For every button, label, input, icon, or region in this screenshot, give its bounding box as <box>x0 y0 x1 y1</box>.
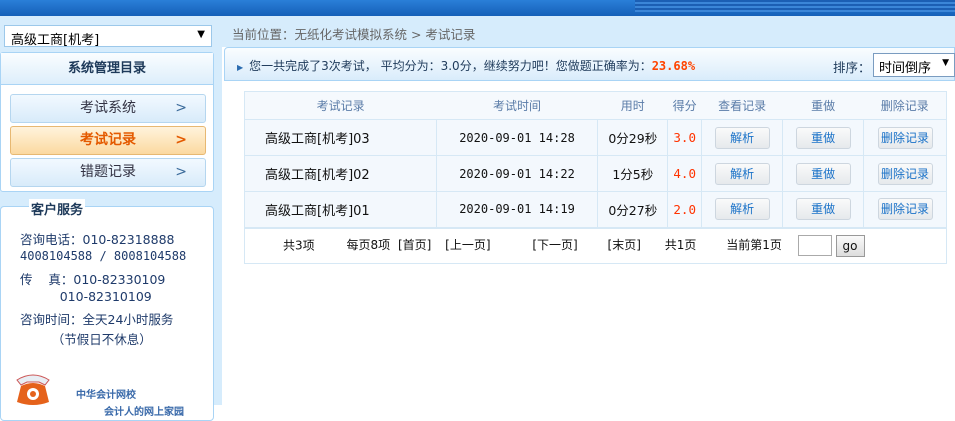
redo-cell: 重做 <box>782 155 865 192</box>
menu-item-wrong-records[interactable]: 错题记录 > <box>10 158 206 187</box>
sort-select[interactable]: 时间倒序 ▼ <box>873 53 955 77</box>
col-header: 考试时间 <box>436 91 598 120</box>
exam-time: 2020-09-01 14:19 <box>435 191 599 228</box>
redo-cell: 重做 <box>782 191 865 228</box>
delete-cell: 删除记录 <box>863 155 947 192</box>
summary-bar: ▶ 您一共完成了3次考试， 平均分为：3.0分，继续努力吧！您做题正确率为：23.… <box>224 47 955 81</box>
sidebar: 高级工商[机考] ▼ 系统管理目录 考试系统 > 考试记录 > 错题记录 > 客户服务 … <box>0 16 222 421</box>
customer-service-title: 客户服务 <box>29 199 86 218</box>
service-hours: 咨询时间：全天24小时服务 <box>20 312 174 327</box>
exam-duration: 0分29秒 <box>597 119 669 156</box>
next-page-link[interactable]: [下一页] <box>532 238 577 252</box>
chevron-right-icon: > <box>175 132 187 148</box>
exam-time: 2020-09-01 14:28 <box>435 119 599 156</box>
last-page-link[interactable]: [末页] <box>608 238 641 252</box>
service-phone: 咨询电话：010-82318888 <box>20 232 175 247</box>
analysis-button[interactable]: 解析 <box>714 126 770 149</box>
redo-button[interactable]: 重做 <box>795 198 851 221</box>
col-header: 查看记录 <box>701 91 783 120</box>
service-hotline: 4008104588 / 8008104588 <box>20 249 187 263</box>
table-row: 高级工商[机考]02 2020-09-01 14:22 1分5秒 4.0 解析 … <box>244 155 947 192</box>
main-content: 当前位置：无纸化考试模拟系统 > 考试记录 ▶ 您一共完成了3次考试， 平均分为：… <box>222 16 955 405</box>
pagination-row: 共3项 每页8项 [首页] [上一页] [下一页] [末页] 共1页 当前第1页… <box>244 226 947 264</box>
customer-service-box: 客户服务 咨询电话：010-82318888 4008104588 / 8008… <box>0 199 214 421</box>
table-row: 高级工商[机考]01 2020-09-01 14:19 0分27秒 2.0 解析… <box>244 191 947 228</box>
redo-button[interactable]: 重做 <box>795 126 851 149</box>
delete-record-button[interactable]: 删除记录 <box>877 126 933 149</box>
chevron-down-icon: ▼ <box>197 29 205 40</box>
chevron-down-icon: ▼ <box>942 58 949 68</box>
redo-cell: 重做 <box>782 119 865 156</box>
analysis-button[interactable]: 解析 <box>714 198 770 221</box>
menu-item-label: 考试记录 <box>80 132 136 148</box>
chevron-right-icon: > <box>175 100 187 116</box>
total-items: 共3项 <box>283 238 315 253</box>
delete-record-button[interactable]: 删除记录 <box>877 198 933 221</box>
table-header: 考试记录 考试时间 用时 得分 查看记录 重做 删除记录 <box>244 91 947 120</box>
exam-score: 4.0 <box>667 155 703 192</box>
col-header: 用时 <box>597 91 668 120</box>
sort-label: 排序： <box>833 60 871 75</box>
menu-item-label: 错题记录 <box>80 164 136 180</box>
sort-select-value: 时间倒序 <box>879 61 932 76</box>
delete-cell: 删除记录 <box>863 191 947 228</box>
logo-text-1: 中华会计网校 <box>76 390 136 401</box>
table-row: 高级工商[机考]03 2020-09-01 14:28 0分29秒 3.0 解析… <box>244 119 947 156</box>
pagination: 共3项 每页8项 [首页] [上一页] [下一页] [末页] 共1页 当前第1页… <box>244 226 947 264</box>
exam-time: 2020-09-01 14:22 <box>435 155 599 192</box>
triangle-right-icon: ▶ <box>237 63 244 72</box>
page-number-input[interactable] <box>797 235 832 257</box>
exam-records-table: 考试记录 考试时间 用时 得分 查看记录 重做 删除记录 高级工商[机考]03 … <box>244 91 947 264</box>
menu-item-exam-records[interactable]: 考试记录 > <box>10 126 206 155</box>
menu-item-label: 考试系统 <box>80 100 136 116</box>
current-page: 当前第1页 <box>726 238 782 253</box>
analysis-button[interactable]: 解析 <box>714 162 770 185</box>
breadcrumb: 当前位置：无纸化考试模拟系统 > 考试记录 <box>222 16 955 47</box>
exam-duration: 0分27秒 <box>597 191 669 228</box>
menu-panel: 系统管理目录 考试系统 > 考试记录 > 错题记录 > <box>0 52 214 192</box>
logo-text-2: 会计人的网上家园 <box>104 407 184 418</box>
accuracy-rate: 23.68% <box>651 59 696 73</box>
chevron-right-icon: > <box>175 164 187 180</box>
exam-name: 高级工商[机考]03 <box>244 119 437 156</box>
telephone-icon <box>16 374 50 405</box>
course-select[interactable]: 高级工商[机考] ▼ <box>4 25 212 48</box>
col-header: 考试记录 <box>244 91 437 120</box>
service-holiday: （节假日不休息） <box>20 332 152 347</box>
exam-name: 高级工商[机考]02 <box>244 155 437 192</box>
col-header: 删除记录 <box>863 91 947 120</box>
col-header: 得分 <box>667 91 702 120</box>
menu-item-exam-system[interactable]: 考试系统 > <box>10 94 206 123</box>
exam-score: 2.0 <box>667 191 703 228</box>
exam-score: 3.0 <box>667 119 703 156</box>
total-pages: 共1页 <box>664 238 697 253</box>
per-page: 每页8项 <box>346 238 391 253</box>
top-banner <box>0 0 955 16</box>
view-cell: 解析 <box>701 119 784 156</box>
panel-title: 系统管理目录 <box>1 53 213 85</box>
first-page-link[interactable]: [首页] <box>398 238 431 252</box>
col-header: 重做 <box>782 91 864 120</box>
view-cell: 解析 <box>701 191 784 228</box>
view-cell: 解析 <box>701 155 784 192</box>
redo-button[interactable]: 重做 <box>795 162 851 185</box>
exam-duration: 1分5秒 <box>597 155 669 192</box>
go-button[interactable]: go <box>835 234 865 257</box>
delete-record-button[interactable]: 删除记录 <box>877 162 933 185</box>
banner-decoration <box>635 0 955 12</box>
delete-cell: 删除记录 <box>863 119 947 156</box>
summary-text: 您一共完成了3次考试， 平均分为：3.0分，继续努力吧！您做题正确率为： <box>249 59 652 73</box>
prev-page-link[interactable]: [上一页] <box>445 238 490 252</box>
service-fax-2: 010-82310109 <box>20 289 152 304</box>
service-fax: 传 真：010-82330109 <box>20 272 166 287</box>
exam-name: 高级工商[机考]01 <box>244 191 437 228</box>
course-select-value: 高级工商[机考] <box>11 33 100 48</box>
